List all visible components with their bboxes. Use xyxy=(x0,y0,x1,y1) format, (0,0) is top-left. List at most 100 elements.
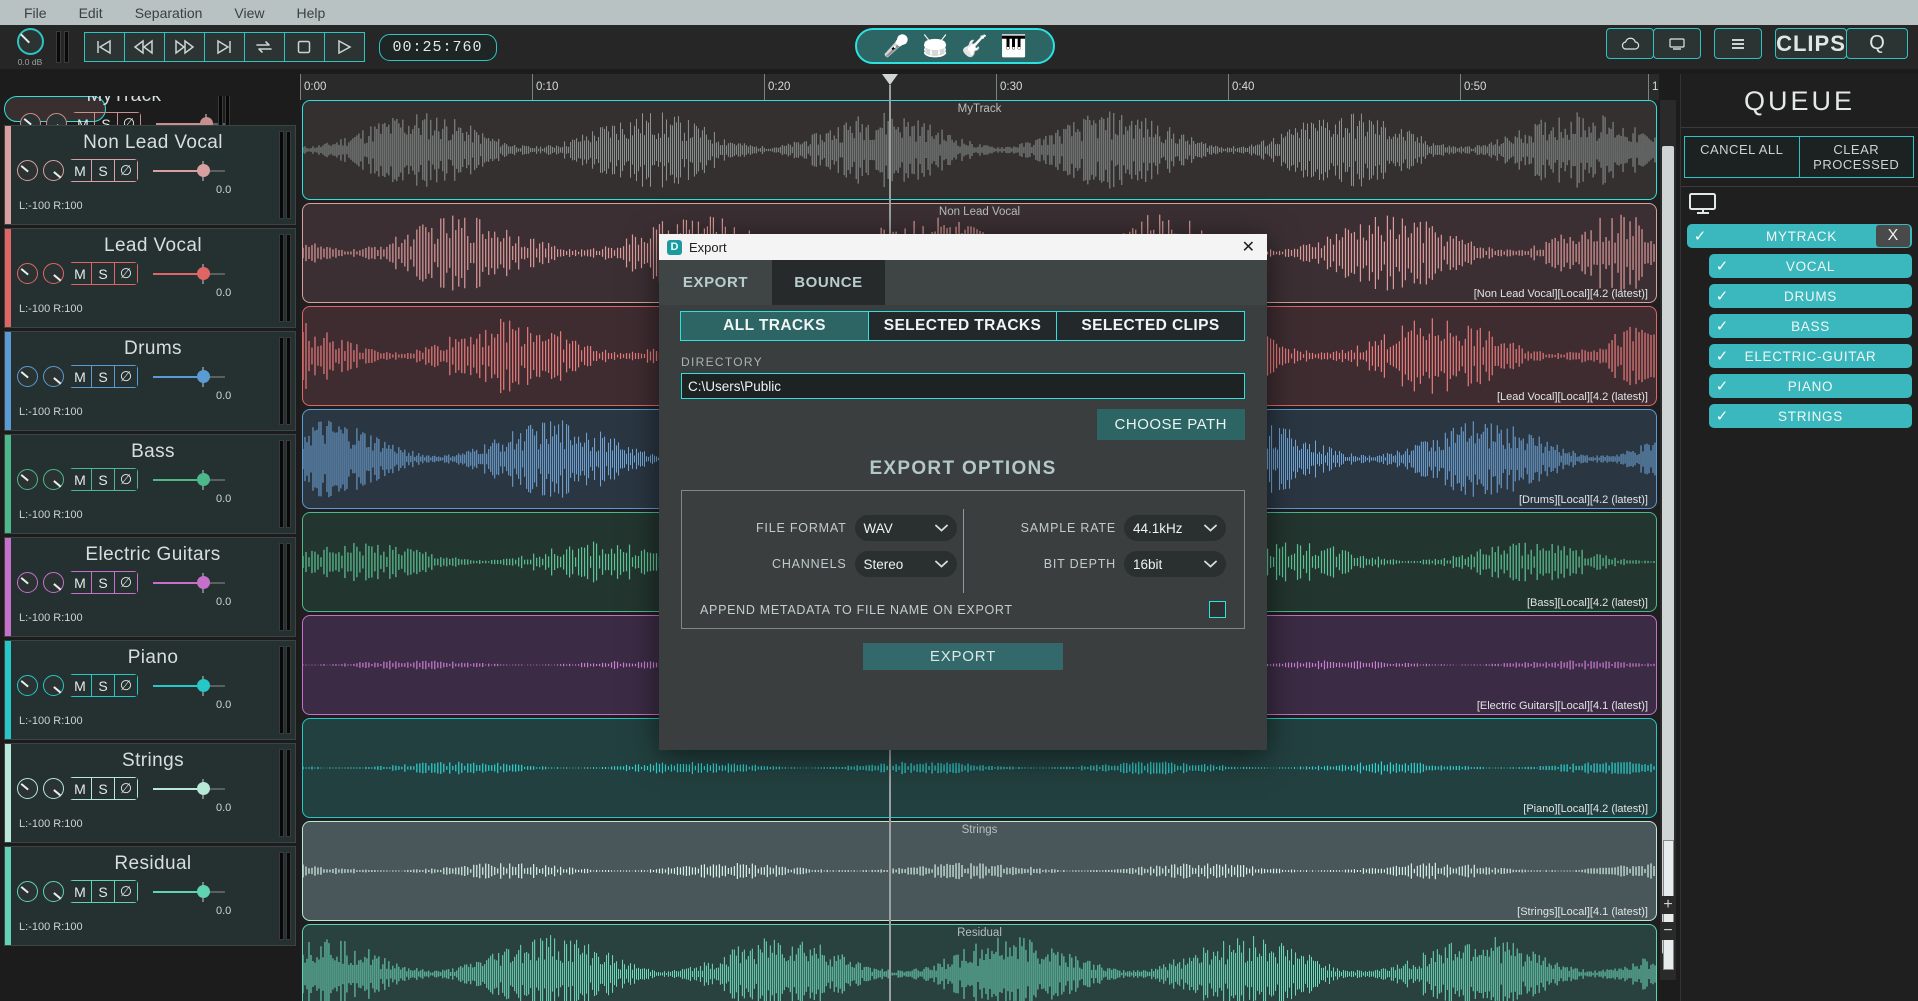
track-pan-knob[interactable] xyxy=(17,778,38,799)
skip-back-icon[interactable] xyxy=(84,32,125,62)
timeline-ruler[interactable]: 0:000:100:200:300:400:501: xyxy=(300,74,1659,101)
audio-clip[interactable]: Strings [Strings][Local][4.1 (latest)] xyxy=(302,821,1657,921)
phase-invert-button[interactable]: ∅ xyxy=(114,365,138,388)
append-metadata-checkbox[interactable] xyxy=(1209,601,1226,618)
phase-invert-button[interactable]: ∅ xyxy=(114,880,138,903)
track-width-knob[interactable] xyxy=(43,881,64,902)
clear-processed-button[interactable]: CLEAR PROCESSED xyxy=(1799,136,1915,178)
solo-button[interactable]: S xyxy=(91,571,115,594)
solo-button[interactable]: S xyxy=(91,159,115,182)
queue-item[interactable]: ✓ BASS xyxy=(1709,314,1912,338)
menu-item-file[interactable]: File xyxy=(8,3,63,23)
close-icon[interactable]: ✕ xyxy=(1238,237,1259,257)
bit-depth-select[interactable]: 16bit xyxy=(1124,551,1226,577)
track-width-knob[interactable] xyxy=(43,675,64,696)
scope-selected-clips[interactable]: SELECTED CLIPS xyxy=(1056,311,1245,341)
track-header[interactable]: Bass M S ∅ L:-100 R:100 0.0 xyxy=(4,434,296,534)
track-pan-knob[interactable] xyxy=(17,469,38,490)
master-gain-control[interactable]: 0.0 dB xyxy=(6,28,54,67)
menu-item-edit[interactable]: Edit xyxy=(63,3,119,23)
cancel-all-button[interactable]: CANCEL ALL xyxy=(1684,136,1800,178)
queue-item[interactable]: ✓ MYTRACK X xyxy=(1687,224,1912,248)
track-pan-knob[interactable] xyxy=(17,675,38,696)
track-volume-fader[interactable] xyxy=(153,573,225,593)
phase-invert-button[interactable]: ∅ xyxy=(114,777,138,800)
track-volume-fader[interactable] xyxy=(153,161,225,181)
microphone-icon[interactable]: 🎤 xyxy=(883,36,909,57)
track-header[interactable]: Residual M S ∅ L:-100 R:100 0.0 xyxy=(4,846,296,946)
phase-invert-button[interactable]: ∅ xyxy=(114,159,138,182)
mute-button[interactable]: M xyxy=(69,571,92,594)
track-width-knob[interactable] xyxy=(43,778,64,799)
queue-item[interactable]: ✓ PIANO xyxy=(1709,374,1912,398)
mute-button[interactable]: M xyxy=(69,674,92,697)
solo-button[interactable]: S xyxy=(91,365,115,388)
mute-button[interactable]: M xyxy=(69,880,92,903)
choose-path-button[interactable]: CHOOSE PATH xyxy=(1097,409,1245,440)
playhead-handle[interactable] xyxy=(882,74,898,85)
piano-icon[interactable]: 🎹 xyxy=(1001,36,1027,57)
loop-icon[interactable] xyxy=(244,32,285,62)
audio-clip[interactable]: Residual [Residual][Local][4.1 (latest)] xyxy=(302,924,1657,1001)
mute-button[interactable]: M xyxy=(69,777,92,800)
track-width-knob[interactable] xyxy=(43,263,64,284)
solo-button[interactable]: S xyxy=(91,468,115,491)
zoom-in-button[interactable]: + xyxy=(1661,896,1675,914)
hamburger-menu-icon[interactable] xyxy=(1714,28,1762,59)
track-volume-fader[interactable] xyxy=(153,676,225,696)
track-pan-knob[interactable] xyxy=(17,366,38,387)
track-pan-knob[interactable] xyxy=(17,160,38,181)
sample-rate-select[interactable]: 44.1kHz xyxy=(1124,515,1226,541)
mute-button[interactable]: M xyxy=(69,468,92,491)
phase-invert-button[interactable]: ∅ xyxy=(114,262,138,285)
clips-button[interactable]: CLIPS xyxy=(1775,28,1847,59)
track-pan-knob[interactable] xyxy=(17,572,38,593)
track-header[interactable]: MyTrack M S ∅ L:-100 R:100 0.0 xyxy=(4,96,106,122)
menu-item-view[interactable]: View xyxy=(218,3,280,23)
channels-select[interactable]: Stereo xyxy=(855,551,957,577)
track-header[interactable]: Lead Vocal M S ∅ L:-100 R:100 0.0 xyxy=(4,228,296,328)
track-pan-knob[interactable] xyxy=(17,881,38,902)
phase-invert-button[interactable]: ∅ xyxy=(114,468,138,491)
queue-item[interactable]: ✓ STRINGS xyxy=(1709,404,1912,428)
track-width-knob[interactable] xyxy=(43,160,64,181)
menu-item-help[interactable]: Help xyxy=(281,3,342,23)
solo-button[interactable]: S xyxy=(91,880,115,903)
track-header[interactable]: Non Lead Vocal M S ∅ L:-100 R:100 0.0 xyxy=(4,125,296,225)
track-header[interactable]: Piano M S ∅ L:-100 R:100 0.0 xyxy=(4,640,296,740)
skip-forward-icon[interactable] xyxy=(204,32,245,62)
phase-invert-button[interactable]: ∅ xyxy=(114,674,138,697)
file-format-select[interactable]: WAV xyxy=(855,515,957,541)
queue-item[interactable]: ✓ ELECTRIC-GUITAR xyxy=(1709,344,1912,368)
monitor-icon[interactable] xyxy=(1653,28,1701,59)
track-width-knob[interactable] xyxy=(43,572,64,593)
scope-all-tracks[interactable]: ALL TRACKS xyxy=(680,311,869,341)
track-width-knob[interactable] xyxy=(43,366,64,387)
track-header[interactable]: Electric Guitars M S ∅ L:-100 R:100 0.0 xyxy=(4,537,296,637)
mute-button[interactable]: M xyxy=(69,262,92,285)
track-volume-fader[interactable] xyxy=(153,470,225,490)
tab-export[interactable]: EXPORT xyxy=(659,260,772,305)
instrument-selector[interactable]: 🎤 🥁 🎸 🎹 xyxy=(855,28,1055,64)
queue-item[interactable]: ✓ DRUMS xyxy=(1709,284,1912,308)
search-icon[interactable]: Q xyxy=(1846,28,1908,59)
play-icon[interactable] xyxy=(324,32,365,62)
export-button[interactable]: EXPORT xyxy=(863,643,1063,670)
directory-input[interactable] xyxy=(681,373,1245,399)
menu-item-separation[interactable]: Separation xyxy=(119,3,219,23)
guitar-icon[interactable]: 🎸 xyxy=(962,36,988,57)
mute-button[interactable]: M xyxy=(69,365,92,388)
tab-bounce[interactable]: BOUNCE xyxy=(772,260,885,305)
rewind-icon[interactable] xyxy=(124,32,165,62)
mute-button[interactable]: M xyxy=(69,159,92,182)
queue-item[interactable]: ✓ VOCAL xyxy=(1709,254,1912,278)
vertical-scrollbar[interactable] xyxy=(1660,100,1676,980)
zoom-out-button[interactable]: − xyxy=(1661,922,1675,940)
solo-button[interactable]: S xyxy=(91,262,115,285)
solo-button[interactable]: S xyxy=(91,777,115,800)
drums-icon[interactable]: 🥁 xyxy=(922,36,948,57)
remove-icon[interactable]: X xyxy=(1876,225,1910,247)
cloud-icon[interactable] xyxy=(1606,28,1654,59)
solo-button[interactable]: S xyxy=(91,674,115,697)
track-header[interactable]: Strings M S ∅ L:-100 R:100 0.0 xyxy=(4,743,296,843)
